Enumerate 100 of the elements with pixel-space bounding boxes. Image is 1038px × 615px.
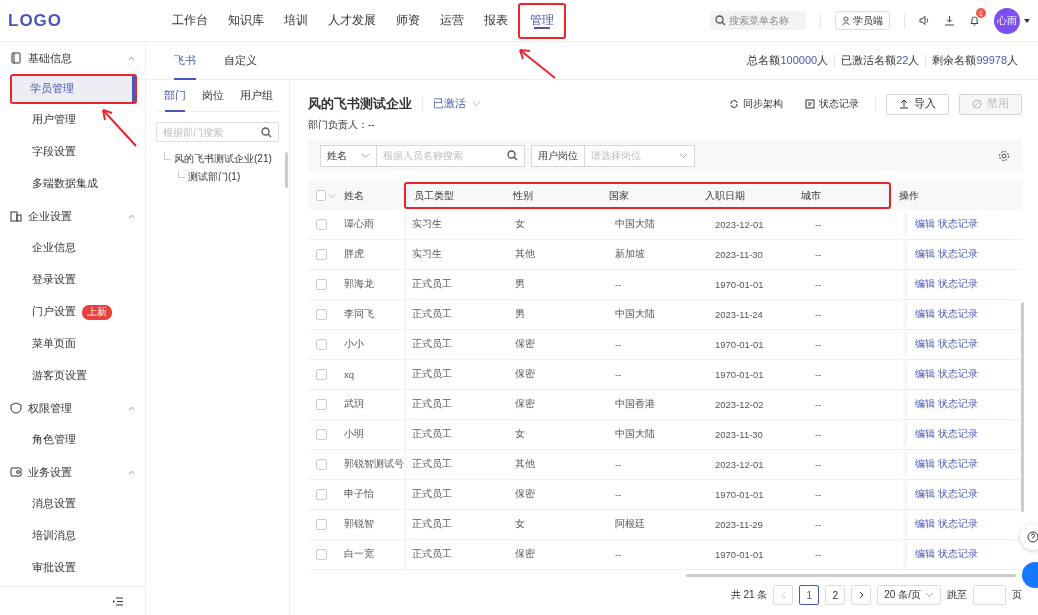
action-link[interactable]: 编辑 [915, 368, 935, 381]
settings-icon[interactable] [998, 149, 1010, 162]
next-page-button[interactable] [851, 585, 872, 605]
nav-tab[interactable]: 知识库 [218, 0, 274, 42]
sidebar-item[interactable]: 登录设置 [0, 264, 145, 296]
action-link[interactable]: 状态记录 [938, 398, 978, 411]
action-link[interactable]: 编辑 [915, 278, 935, 291]
scrollbar[interactable] [285, 152, 288, 188]
table-cell-text: 1970-01-01 [714, 338, 765, 352]
action-link[interactable]: 状态记录 [938, 458, 978, 471]
nav-tab[interactable]: 师资 [386, 0, 430, 42]
action-link[interactable]: 编辑 [915, 458, 935, 471]
caret-icon[interactable] [1024, 18, 1030, 23]
sidebar-item[interactable]: 菜单页面 [0, 328, 145, 360]
speaker-icon[interactable] [919, 15, 930, 26]
action-link[interactable]: 状态记录 [938, 248, 978, 261]
sidebar-item[interactable]: 多端数据集成 [0, 168, 145, 200]
prev-page-button[interactable] [773, 585, 794, 605]
select-all-checkbox[interactable] [316, 190, 326, 201]
action-link[interactable]: 编辑 [915, 398, 935, 411]
sidebar-group[interactable]: 基础信息 [0, 42, 145, 74]
table-cell-text: -- [614, 548, 623, 562]
row-checkbox[interactable] [316, 369, 327, 380]
sidebar-item[interactable]: 学员管理 [12, 76, 135, 102]
action-link[interactable]: 状态记录 [938, 428, 978, 441]
action-link[interactable]: 编辑 [915, 488, 935, 501]
action-link[interactable]: 编辑 [915, 548, 935, 561]
action-link[interactable]: 状态记录 [938, 488, 978, 501]
action-link[interactable]: 状态记录 [938, 548, 978, 561]
sidebar-item[interactable]: 门户设置 上新 [0, 296, 145, 328]
sidebar-item[interactable]: 字段设置 [0, 136, 145, 168]
book-icon [10, 52, 22, 64]
org-tab[interactable]: 用户组 [232, 80, 281, 112]
toolbar-button[interactable]: 导入 [886, 93, 949, 115]
action-link[interactable]: 状态记录 [938, 368, 978, 381]
row-checkbox[interactable] [316, 309, 327, 320]
position-filter[interactable]: 用户岗位 请选择岗位 [531, 144, 695, 167]
row-checkbox[interactable] [316, 399, 327, 410]
sidebar-group[interactable]: 业务设置 [0, 456, 145, 488]
toolbar-link[interactable]: 同步架构 [723, 97, 789, 111]
action-link[interactable]: 编辑 [915, 428, 935, 441]
row-checkbox[interactable] [316, 219, 327, 230]
action-link[interactable]: 编辑 [915, 248, 935, 261]
column-header: 操作 [891, 181, 995, 210]
nav-tab[interactable]: 管理 [520, 4, 564, 37]
row-checkbox[interactable] [316, 339, 327, 350]
action-link[interactable]: 状态记录 [938, 338, 978, 351]
search-box[interactable]: 根据部门搜索 [156, 122, 279, 142]
nav-tab[interactable]: 人才发展 [318, 0, 386, 42]
row-checkbox[interactable] [316, 279, 327, 290]
action-link[interactable]: 编辑 [915, 338, 935, 351]
student-view-button[interactable]: 学员端 [835, 11, 890, 30]
action-link[interactable]: 状态记录 [938, 518, 978, 531]
collapse-menu-icon[interactable] [113, 596, 123, 606]
source-tab[interactable]: 自定义 [210, 41, 271, 80]
page-size-select[interactable]: 20 条/页 [877, 585, 941, 605]
search-box[interactable]: 搜索菜单名称 [710, 11, 806, 30]
toolbar-link[interactable]: 状态记录 [799, 97, 865, 111]
sidebar-group[interactable]: 企业设置 [0, 200, 145, 232]
sidebar-item[interactable]: 用户管理 [0, 104, 145, 136]
sidebar-item[interactable]: 游客页设置 [0, 360, 145, 392]
page-button[interactable]: 2 [825, 585, 846, 605]
action-link[interactable]: 编辑 [915, 218, 935, 231]
tree-node[interactable]: 风的飞书测试企业(21) [174, 152, 272, 166]
sidebar-item[interactable]: 企业信息 [0, 232, 145, 264]
row-checkbox[interactable] [316, 549, 327, 560]
page-input[interactable] [973, 585, 1006, 605]
sidebar-item[interactable]: 培训消息 [0, 520, 145, 552]
nav-tab[interactable]: 工作台 [162, 0, 218, 42]
action-link[interactable]: 状态记录 [938, 308, 978, 321]
action-link[interactable]: 状态记录 [938, 218, 978, 231]
page-button[interactable]: 1 [799, 585, 820, 605]
sidebar-group[interactable]: 权限管理 [0, 392, 145, 424]
row-checkbox[interactable] [316, 519, 327, 530]
sidebar-item[interactable]: 审批设置 [0, 552, 145, 584]
download-icon[interactable] [944, 15, 955, 26]
org-tab[interactable]: 部门 [156, 80, 194, 112]
search-filter[interactable]: 姓名 根据人员名称搜索 [320, 144, 525, 167]
action-link[interactable]: 编辑 [915, 308, 935, 321]
action-link[interactable]: 状态记录 [938, 278, 978, 291]
sidebar-item[interactable]: 消息设置 [0, 488, 145, 520]
org-tab[interactable]: 岗位 [194, 80, 232, 112]
row-checkbox[interactable] [316, 459, 327, 470]
row-checkbox[interactable] [316, 489, 327, 500]
sidebar-item[interactable]: 角色管理 [0, 424, 145, 456]
status-select[interactable]: 已激活 [433, 97, 481, 111]
field-select[interactable]: 姓名 [321, 145, 377, 166]
source-tab[interactable]: 飞书 [160, 41, 210, 80]
row-checkbox[interactable] [316, 249, 327, 260]
scrollbar[interactable] [686, 574, 1016, 577]
action-link[interactable]: 编辑 [915, 518, 935, 531]
bell-icon[interactable] [969, 15, 980, 26]
tree-node[interactable]: 测试部门(1) [188, 170, 241, 184]
nav-tab[interactable]: 运营 [430, 0, 474, 42]
nav-tab[interactable]: 培训 [274, 0, 318, 42]
row-checkbox[interactable] [316, 429, 327, 440]
search-field[interactable]: 搜索菜单名称 [729, 15, 801, 26]
avatar[interactable]: 心雨 [994, 7, 1020, 34]
scrollbar[interactable] [1021, 302, 1024, 512]
nav-tab[interactable]: 报表 [474, 0, 518, 42]
